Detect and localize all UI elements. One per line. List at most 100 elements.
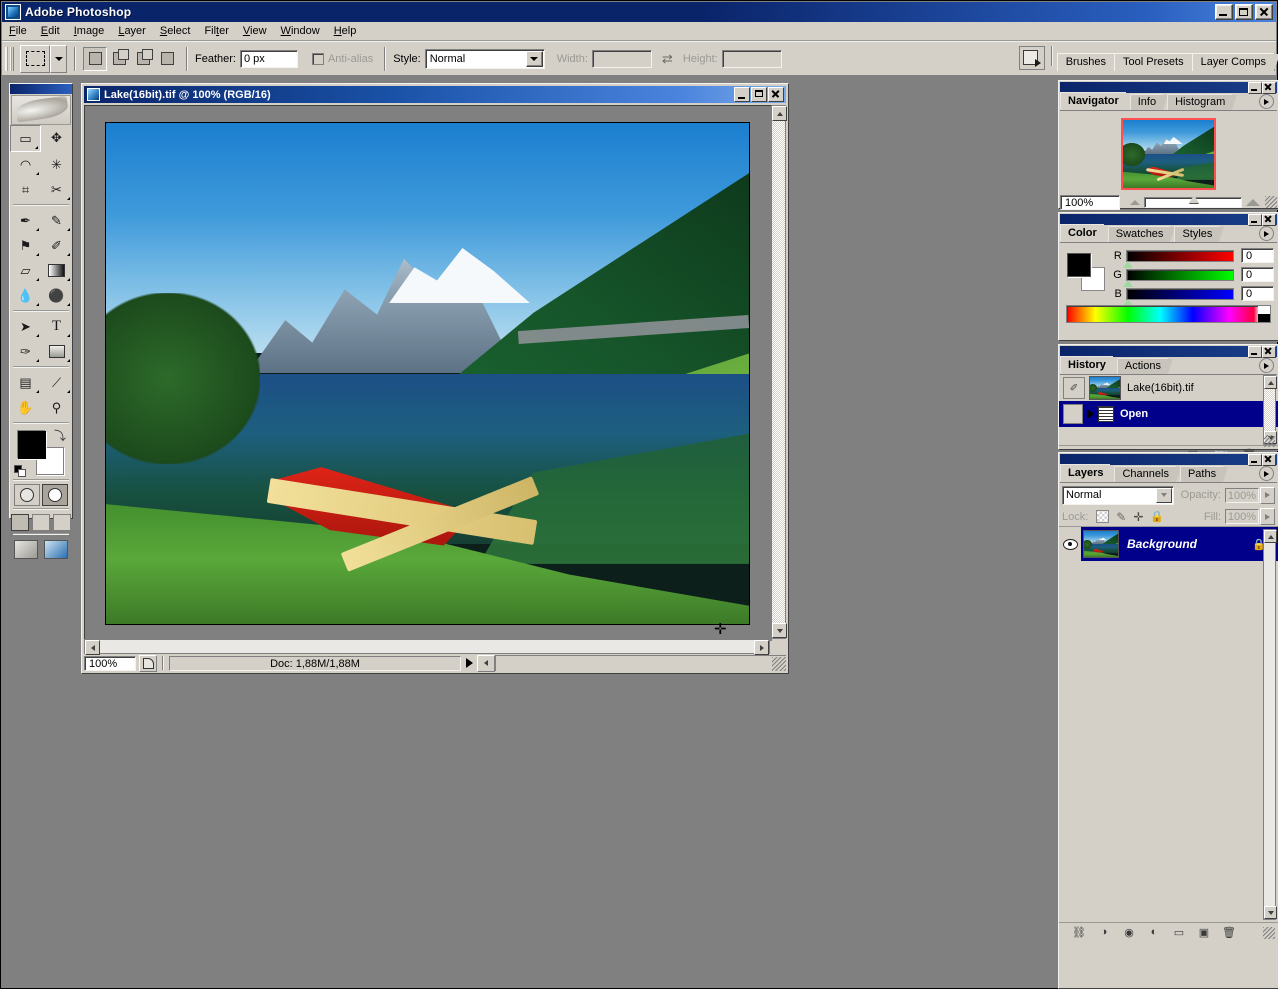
blue-value-input[interactable]: 0: [1241, 286, 1274, 301]
zoom-slider[interactable]: [1144, 194, 1242, 208]
menu-item-window[interactable]: Window: [274, 23, 327, 39]
rectangular-marquee-icon[interactable]: [20, 44, 50, 73]
style-select[interactable]: Normal: [424, 48, 545, 69]
close-icon[interactable]: [1255, 4, 1273, 20]
resize-grip[interactable]: [1265, 196, 1277, 208]
file-browser-icon[interactable]: [1018, 45, 1045, 70]
fill-stepper[interactable]: [1260, 508, 1275, 525]
move-tool[interactable]: ✥: [41, 125, 72, 150]
resize-grip[interactable]: [772, 657, 786, 671]
foreground-color-swatch[interactable]: [18, 431, 46, 459]
new-layer-icon[interactable]: ▣: [1197, 925, 1211, 939]
document-title-bar[interactable]: Lake(16bit).tif @ 100% (RGB/16): [84, 86, 786, 103]
close-icon[interactable]: [1262, 214, 1276, 226]
quick-mask-mode-button[interactable]: [42, 484, 68, 506]
feather-input[interactable]: 0 px: [239, 49, 298, 68]
close-icon[interactable]: [1262, 454, 1276, 466]
options-bar-grip[interactable]: [5, 46, 14, 71]
resize-grip[interactable]: [1263, 435, 1275, 447]
clone-stamp-tool[interactable]: ⚑: [10, 233, 41, 258]
lock-transparent-pixels-icon[interactable]: [1096, 510, 1110, 523]
close-icon[interactable]: [1262, 346, 1276, 358]
tab-histogram[interactable]: Histogram: [1167, 94, 1238, 110]
eraser-tool[interactable]: ▱: [10, 258, 41, 283]
layer-mask-icon[interactable]: ◉: [1122, 925, 1136, 939]
layer-style-icon[interactable]: ◑: [1097, 925, 1111, 939]
tab-paths[interactable]: Paths: [1179, 466, 1229, 482]
scroll-up-button[interactable]: [1264, 530, 1277, 543]
layer-visibility-icon[interactable]: [1059, 527, 1081, 561]
brush-tool[interactable]: ✎: [41, 208, 72, 233]
add-to-selection-button[interactable]: [107, 46, 131, 71]
scroll-down-button[interactable]: [1264, 906, 1277, 919]
menu-item-layer[interactable]: Layer: [111, 23, 153, 39]
intersect-with-selection-button[interactable]: [155, 46, 179, 71]
history-state-row[interactable]: Open: [1059, 401, 1278, 427]
rectangle-shape-tool[interactable]: [41, 339, 72, 364]
full-screen-mode-with-menu-button[interactable]: [32, 514, 50, 531]
palette-well-tab-layer-comps[interactable]: Layer Comps: [1191, 53, 1278, 71]
palette-menu-icon[interactable]: [1259, 358, 1274, 373]
foreground-color-swatch[interactable]: [1067, 253, 1091, 277]
canvas-area[interactable]: [84, 105, 772, 641]
close-icon[interactable]: [1262, 82, 1276, 94]
scroll-up-button[interactable]: [1264, 376, 1277, 389]
minimize-icon[interactable]: [734, 87, 750, 102]
tab-styles[interactable]: Styles: [1174, 226, 1225, 242]
blur-tool[interactable]: 💧: [10, 283, 41, 308]
scroll-down-button[interactable]: [772, 623, 787, 638]
fill-input[interactable]: 100%: [1225, 509, 1259, 524]
palette-menu-icon[interactable]: [1259, 94, 1274, 109]
tab-color[interactable]: Color: [1060, 224, 1109, 242]
new-selection-button[interactable]: [83, 46, 107, 71]
color-spectrum-ramp[interactable]: [1066, 305, 1271, 323]
feather-banner-icon[interactable]: [11, 95, 71, 125]
scroll-left-button[interactable]: [85, 640, 100, 655]
magic-wand-tool[interactable]: ✳: [41, 152, 72, 177]
zoom-slider-knob[interactable]: [1189, 194, 1200, 203]
horizontal-scrollbar[interactable]: [84, 639, 770, 655]
link-layers-icon[interactable]: ⛓: [1072, 925, 1086, 939]
notes-tool[interactable]: ▤: [10, 370, 41, 395]
lock-image-pixels-icon[interactable]: ✎: [1116, 510, 1126, 524]
standard-screen-mode-button[interactable]: [11, 514, 29, 531]
new-group-icon[interactable]: ▭: [1172, 925, 1186, 939]
maximize-icon[interactable]: [1235, 4, 1253, 20]
default-colors-icon[interactable]: [14, 465, 26, 477]
height-input[interactable]: [721, 49, 782, 68]
crop-tool[interactable]: ⌗: [10, 177, 41, 202]
red-slider[interactable]: [1122, 249, 1234, 268]
menu-item-select[interactable]: Select: [153, 23, 198, 39]
blend-mode-select[interactable]: Normal: [1062, 485, 1174, 505]
maximize-icon[interactable]: [751, 87, 767, 102]
close-icon[interactable]: [768, 87, 784, 102]
scroll-right-button[interactable]: [754, 640, 769, 655]
red-value-input[interactable]: 0: [1241, 248, 1274, 263]
chevron-down-icon[interactable]: [1156, 487, 1172, 503]
zoom-tool[interactable]: ⚲: [41, 395, 72, 420]
menu-item-filter[interactable]: Filter: [197, 23, 235, 39]
menu-item-view[interactable]: View: [236, 23, 274, 39]
rectangular-marquee-tool[interactable]: ▭: [10, 125, 41, 152]
palette-menu-icon[interactable]: [1259, 466, 1274, 481]
tool-preset-picker[interactable]: [20, 44, 67, 73]
tab-navigator[interactable]: Navigator: [1060, 92, 1131, 110]
minimize-icon[interactable]: [1248, 214, 1262, 226]
jump-to-imageready-icon[interactable]: [10, 540, 72, 559]
healing-brush-tool[interactable]: ✒: [10, 208, 41, 233]
tab-history[interactable]: History: [1060, 356, 1118, 374]
menu-item-help[interactable]: Help: [327, 23, 364, 39]
blue-slider[interactable]: [1122, 287, 1234, 306]
history-brush-tool[interactable]: ✐: [41, 233, 72, 258]
lasso-tool[interactable]: ◠: [10, 152, 41, 177]
pen-tool[interactable]: ✑: [10, 339, 41, 364]
eyedropper-tool[interactable]: ⟋: [41, 370, 72, 395]
palette-menu-icon[interactable]: [1259, 226, 1274, 241]
tab-channels[interactable]: Channels: [1114, 466, 1182, 482]
zoom-level-input[interactable]: 100%: [84, 655, 136, 671]
swap-colors-icon[interactable]: ⤵: [54, 427, 66, 444]
tab-layers[interactable]: Layers: [1060, 464, 1117, 482]
minimize-icon[interactable]: [1215, 4, 1233, 20]
tab-info[interactable]: Info: [1129, 94, 1169, 110]
chevron-down-icon[interactable]: [525, 50, 543, 67]
